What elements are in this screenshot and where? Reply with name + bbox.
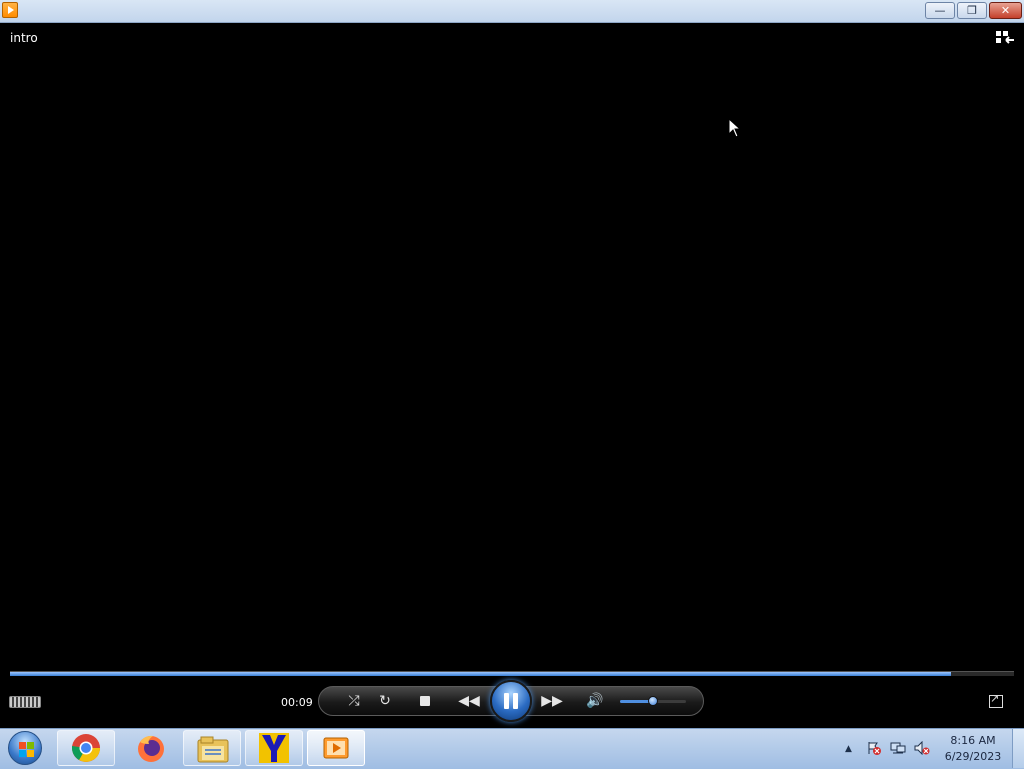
fullscreen-icon[interactable] xyxy=(989,692,1003,708)
stop-button[interactable] xyxy=(420,696,430,706)
minimize-button[interactable]: — xyxy=(925,2,955,19)
title-bar: — ❐ ✕ xyxy=(0,0,1024,23)
taskbar-item-media-player[interactable] xyxy=(307,730,365,766)
pause-button[interactable] xyxy=(490,680,532,722)
clock[interactable]: 8:16 AM 6/29/2023 xyxy=(944,733,1002,765)
pause-icon xyxy=(513,693,518,709)
repeat-icon[interactable]: ↻ xyxy=(375,691,395,711)
pause-icon xyxy=(504,693,509,709)
y-logo-icon xyxy=(259,733,289,763)
show-desktop-button[interactable] xyxy=(1012,729,1024,768)
show-hidden-icons-icon[interactable]: ▲ xyxy=(845,744,852,754)
clock-date: 6/29/2023 xyxy=(944,750,1002,763)
network-icon[interactable] xyxy=(890,741,906,755)
taskbar-item-file-explorer[interactable] xyxy=(183,730,241,766)
volume-muted-icon[interactable] xyxy=(914,741,930,755)
media-player-icon xyxy=(323,737,349,759)
seek-bar[interactable] xyxy=(10,671,1014,676)
taskbar-item-y-app[interactable] xyxy=(245,730,303,766)
taskbar-item-chrome[interactable] xyxy=(57,730,115,766)
video-area[interactable] xyxy=(0,23,1024,668)
shuffle-icon[interactable]: ⤮ xyxy=(344,691,364,711)
visualization-icon[interactable] xyxy=(9,696,41,708)
windows-logo-icon xyxy=(8,731,42,765)
previous-icon[interactable]: ◀◀ xyxy=(456,691,482,711)
elapsed-time: 00:09 xyxy=(281,696,313,709)
folder-icon xyxy=(197,736,229,763)
action-center-icon[interactable] xyxy=(866,741,882,755)
firefox-icon xyxy=(138,735,164,762)
media-player-icon xyxy=(2,2,18,18)
mouse-cursor-icon xyxy=(728,118,742,138)
seek-progress xyxy=(10,672,951,676)
next-icon[interactable]: ▶▶ xyxy=(539,691,565,711)
restore-button[interactable]: ❐ xyxy=(957,2,987,19)
media-title: intro xyxy=(10,31,38,45)
close-button[interactable]: ✕ xyxy=(989,2,1022,19)
switch-to-library-icon[interactable] xyxy=(995,30,1015,46)
taskbar-item-firefox[interactable] xyxy=(121,730,179,766)
clock-time: 8:16 AM xyxy=(950,734,996,747)
chrome-icon xyxy=(72,734,100,762)
mute-icon[interactable]: 🔊 xyxy=(585,691,605,711)
start-button[interactable] xyxy=(6,730,46,766)
volume-thumb[interactable] xyxy=(648,696,658,706)
